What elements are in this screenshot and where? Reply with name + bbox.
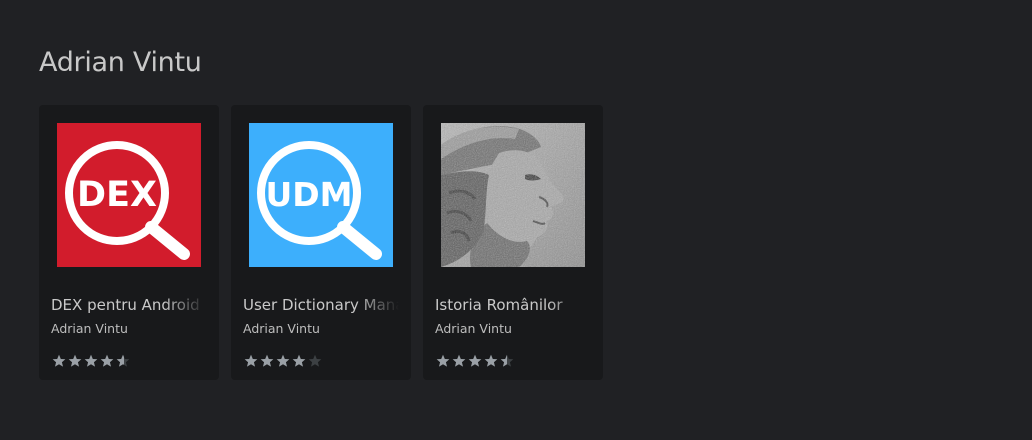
star-icon: [276, 354, 290, 368]
star-icon: [468, 354, 482, 368]
star-icon: [52, 354, 66, 368]
app-title[interactable]: User Dictionary Manager: [243, 296, 399, 314]
star-icon: [244, 354, 258, 368]
star-icon: [68, 354, 82, 368]
star-rating: [52, 354, 130, 368]
app-title[interactable]: Istoria Românilor: [435, 296, 591, 314]
stone-relief-portrait-image[interactable]: [441, 123, 585, 267]
star-icon: [308, 354, 322, 368]
app-title[interactable]: DEX pentru Android: [51, 296, 207, 314]
star-icon: [436, 354, 450, 368]
star-icon: [84, 354, 98, 368]
star-icon: [260, 354, 274, 368]
dex-icon-text: DEX: [77, 175, 157, 215]
app-card-list: DEX DEX pentru Android Adrian Vintu UDM …: [39, 105, 603, 380]
udm-icon-text: UDM: [265, 175, 352, 214]
star-icon: [484, 354, 498, 368]
star-rating: [436, 354, 514, 368]
app-card-udm[interactable]: UDM User Dictionary Manager Adrian Vintu: [231, 105, 411, 380]
star-icon: [292, 354, 306, 368]
dex-magnifier-icon[interactable]: DEX: [57, 123, 201, 267]
star-icon: [100, 354, 114, 368]
star-icon: [452, 354, 466, 368]
star-rating: [244, 354, 322, 368]
star-icon: [500, 354, 514, 368]
app-card-istoria[interactable]: Istoria Românilor Adrian Vintu: [423, 105, 603, 380]
app-developer[interactable]: Adrian Vintu: [243, 321, 320, 336]
star-icon: [116, 354, 130, 368]
app-developer[interactable]: Adrian Vintu: [51, 321, 128, 336]
app-card-dex[interactable]: DEX DEX pentru Android Adrian Vintu: [39, 105, 219, 380]
developer-title: Adrian Vintu: [39, 47, 202, 78]
udm-magnifier-icon[interactable]: UDM: [249, 123, 393, 267]
app-developer[interactable]: Adrian Vintu: [435, 321, 512, 336]
